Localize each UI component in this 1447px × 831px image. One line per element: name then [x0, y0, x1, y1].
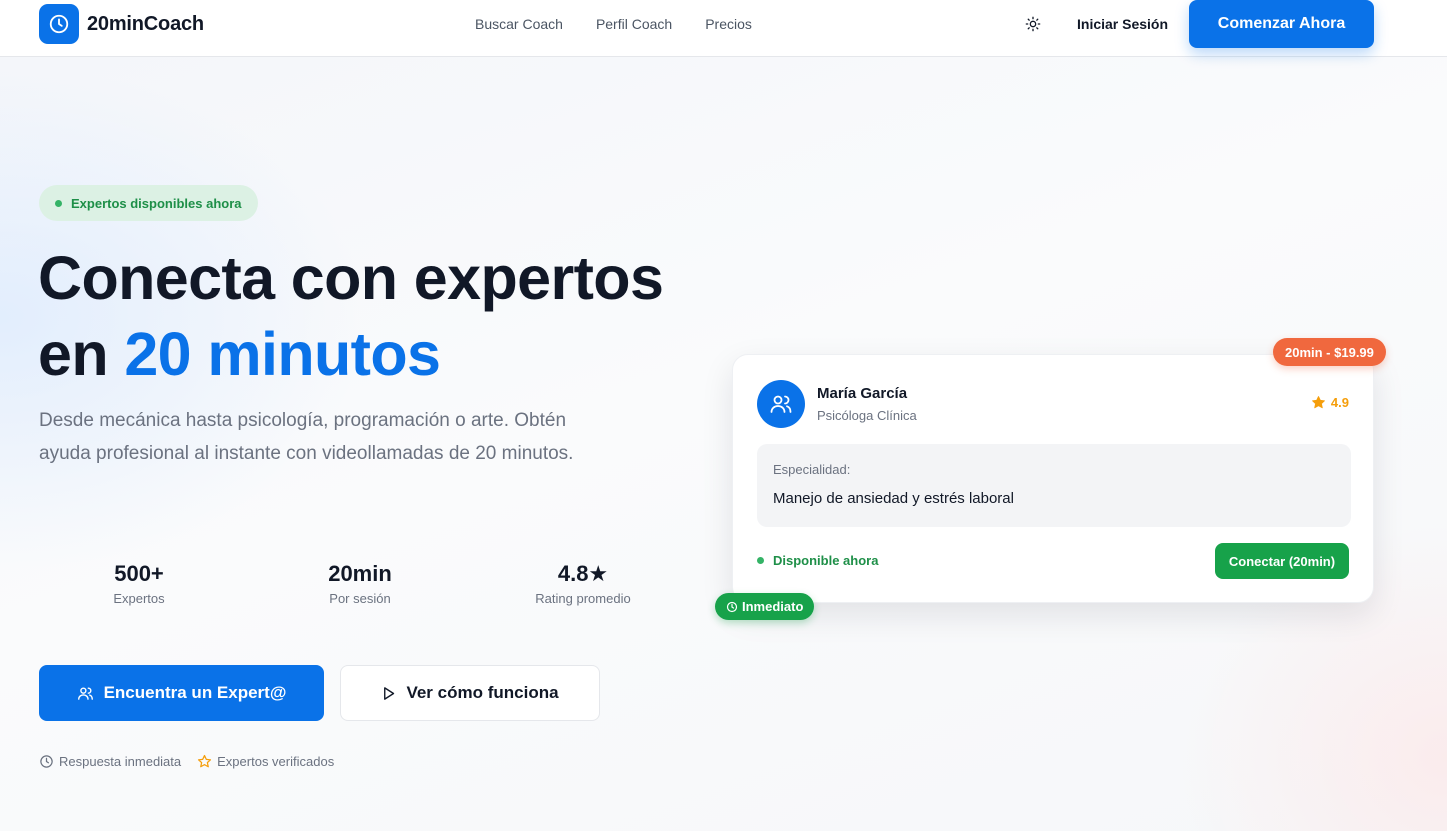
trust-item-verified: Expertos verificados — [197, 754, 334, 769]
how-it-works-button[interactable]: Ver cómo funciona — [340, 665, 600, 721]
hero-subtitle: Desde mecánica hasta psicología, program… — [39, 410, 574, 464]
find-expert-label: Encuentra un Expert@ — [103, 683, 287, 702]
stat-label: Expertos — [113, 591, 165, 606]
clock-icon — [40, 755, 53, 768]
main-nav: Buscar Coach Perfil Coach Precios — [475, 16, 785, 32]
trust-item-response: Respuesta inmediata — [39, 754, 181, 769]
coach-rating: 4.9 — [1311, 395, 1349, 410]
nav-link-perfil-coach[interactable]: Perfil Coach — [596, 16, 672, 32]
availability-label: Disponible ahora — [773, 553, 879, 568]
stat-value: 4.8★ — [557, 561, 609, 586]
specialty-label: Especialidad: — [773, 462, 851, 477]
users-icon — [770, 395, 792, 413]
stat-value: 500+ — [114, 561, 164, 586]
star-icon — [198, 754, 212, 768]
nav-link-precios[interactable]: Precios — [705, 16, 752, 32]
stat-label: Rating promedio — [535, 591, 631, 606]
users-icon — [77, 685, 94, 702]
availability-status: Disponible ahora — [757, 553, 878, 568]
login-link[interactable]: Iniciar Sesión — [1077, 16, 1168, 32]
specialty-value: Manejo de ansiedad y estrés laboral — [773, 490, 1014, 507]
trust-label: Respuesta inmediata — [59, 754, 182, 769]
get-started-button[interactable]: Comenzar Ahora — [1189, 0, 1374, 48]
instant-badge-label: Inmediato — [742, 599, 804, 614]
status-dot — [757, 557, 764, 564]
coach-name: María García — [817, 385, 908, 402]
rating-value: 4.9 — [1330, 395, 1349, 410]
hero-title-line1: Conecta con expertos — [38, 244, 664, 312]
trust-label: Expertos verificados — [217, 754, 335, 769]
how-it-works-label: Ver cómo funciona — [406, 683, 559, 702]
connect-button[interactable]: Conectar (20min) — [1215, 543, 1349, 579]
instant-badge: Inmediato — [715, 593, 815, 620]
stat-session: 20min Por sesión — [260, 561, 460, 606]
coach-card: María García Psicóloga Clínica 4.9 Espec… — [732, 354, 1374, 603]
sun-icon[interactable] — [1023, 14, 1043, 34]
hero-title: Conecta con expertos en 20 minutos — [38, 240, 664, 392]
avatar — [757, 380, 805, 428]
clock-icon — [39, 4, 79, 44]
clock-icon — [726, 601, 738, 612]
nav-link-buscar-coach[interactable]: Buscar Coach — [475, 16, 563, 32]
stat-experts: 500+ Expertos — [39, 561, 239, 606]
hero-title-accent: 20 minutos — [124, 320, 441, 388]
status-dot — [55, 199, 62, 207]
trust-indicators: Respuesta inmediata Expertos verificados — [39, 754, 350, 769]
availability-badge-label: Expertos disponibles ahora — [71, 195, 242, 211]
specialty-box: Especialidad: Manejo de ansiedad y estré… — [757, 444, 1351, 527]
coach-role: Psicóloga Clínica — [817, 408, 917, 423]
price-badge: 20min - $19.99 — [1273, 338, 1386, 366]
brand-name: 20minCoach — [87, 12, 204, 35]
play-icon — [381, 686, 396, 701]
top-navbar: 20minCoach Buscar Coach Perfil Coach Pre… — [0, 0, 1447, 57]
availability-badge: Expertos disponibles ahora — [39, 185, 258, 221]
stat-rating: 4.8★ Rating promedio — [483, 561, 683, 606]
logo[interactable]: 20minCoach — [39, 4, 204, 44]
hero-title-prefix: en — [38, 320, 125, 388]
find-expert-button[interactable]: Encuentra un Expert@ — [39, 665, 324, 721]
stat-label: Por sesión — [329, 591, 391, 606]
star-icon — [1312, 396, 1325, 409]
stat-value: 20min — [328, 561, 392, 586]
